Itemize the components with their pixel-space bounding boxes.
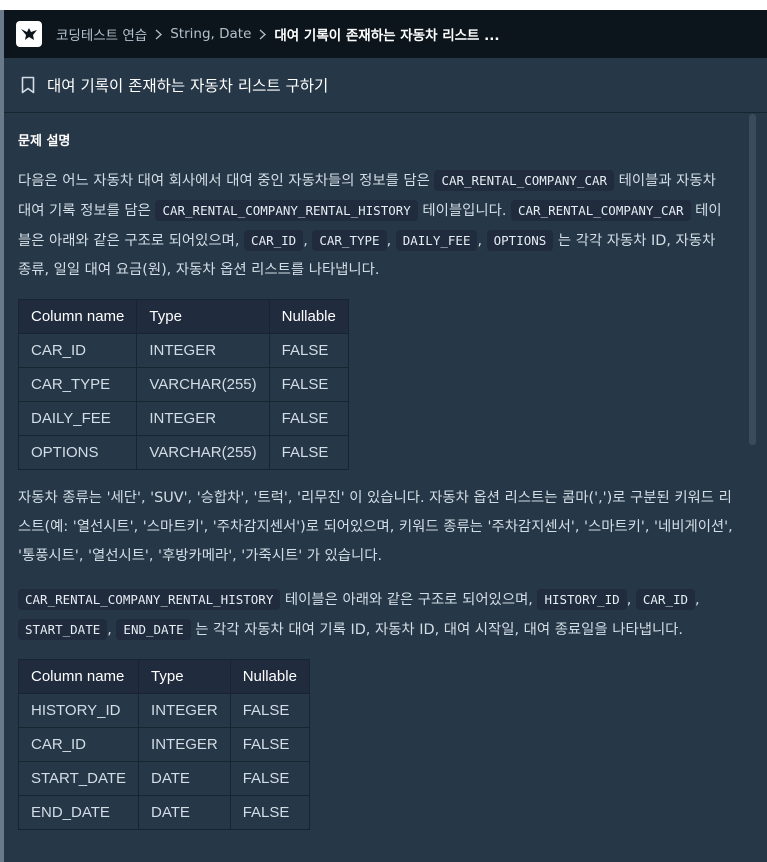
inline-code: DAILY_FEE: [395, 230, 478, 251]
chevron-right-icon: [259, 29, 267, 40]
breadcrumb-item-category[interactable]: String, Date: [170, 26, 251, 42]
text: 테이블입니다.: [417, 203, 511, 219]
table-cell: FALSE: [268, 401, 349, 436]
top-nav-bar: 코딩테스트 연습 String, Date 대여 기록이 존재하는 자동차 리스…: [4, 10, 767, 58]
inline-code: CAR_RENTAL_COMPANY_RENTAL_HISTORY: [155, 200, 418, 221]
text: ,: [386, 233, 396, 249]
description-paragraph-2: 자동차 종류는 '세단', 'SUV', '승합차', '트럭', '리무진' …: [18, 490, 733, 564]
inline-code: CAR_ID: [635, 589, 696, 610]
table-cell: FALSE: [229, 727, 310, 762]
column-header: Type: [138, 659, 231, 694]
inline-code: OPTIONS: [486, 230, 554, 251]
table-row: HISTORY_ID INTEGER FALSE: [17, 693, 310, 728]
text: ,: [303, 233, 313, 249]
table-cell: OPTIONS: [17, 435, 138, 470]
table-cell: CAR_ID: [17, 333, 138, 368]
table-cell: CAR_ID: [17, 727, 140, 762]
problem-title: 대여 기록이 존재하는 자동차 리스트 구하기: [47, 77, 329, 95]
table-cell: VARCHAR(255): [136, 367, 270, 402]
table-cell: INTEGER: [136, 333, 270, 368]
table-row: START_DATE DATE FALSE: [17, 761, 310, 796]
problem-title-bar: 대여 기록이 존재하는 자동차 리스트 구하기: [4, 58, 767, 113]
table-cell: HISTORY_ID: [17, 693, 140, 728]
programmers-bird-icon[interactable]: [16, 21, 42, 47]
column-header: Nullable: [229, 659, 310, 694]
chevron-right-icon: [155, 29, 163, 40]
table-cell: FALSE: [229, 795, 310, 830]
problem-description-panel[interactable]: 문제 설명 다음은 어느 자동차 대여 회사에서 대여 중인 자동차들의 정보를…: [4, 114, 747, 862]
table-row: OPTIONS VARCHAR(255) FALSE: [17, 435, 349, 470]
table-cell: END_DATE: [17, 795, 140, 830]
car-table-schema: Column name Type Nullable CAR_ID INTEGER…: [17, 299, 349, 470]
column-header: Type: [136, 299, 270, 334]
table-row: END_DATE DATE FALSE: [17, 795, 310, 830]
table-cell: VARCHAR(255): [136, 435, 270, 470]
table-cell: FALSE: [268, 367, 349, 402]
breadcrumb-item-coding-test[interactable]: 코딩테스트 연습: [56, 24, 147, 44]
table-cell: FALSE: [268, 333, 349, 368]
table-cell: INTEGER: [138, 727, 231, 762]
table-cell: START_DATE: [17, 761, 140, 796]
column-header: Nullable: [268, 299, 349, 334]
text: ,: [477, 233, 487, 249]
bookmark-icon[interactable]: [21, 76, 35, 94]
window-top-edge: [0, 0, 767, 10]
column-header: Column name: [17, 299, 138, 334]
table-cell: DAILY_FEE: [17, 401, 138, 436]
table-row: CAR_ID INTEGER FALSE: [17, 727, 310, 762]
table-header-row: Column name Type Nullable: [17, 299, 349, 334]
text: ,: [626, 592, 636, 608]
inline-code: END_DATE: [116, 619, 191, 640]
text: ,: [695, 592, 700, 608]
table-cell: INTEGER: [136, 401, 270, 436]
table-cell: FALSE: [229, 761, 310, 796]
column-header: Column name: [17, 659, 140, 694]
inline-code: START_DATE: [18, 619, 108, 640]
inline-code: CAR_TYPE: [312, 230, 387, 251]
description-paragraph-3: CAR_RENTAL_COMPANY_RENTAL_HISTORY 테이블은 아…: [18, 585, 733, 645]
rental-history-table-schema: Column name Type Nullable HISTORY_ID INT…: [17, 659, 310, 830]
inline-code: HISTORY_ID: [537, 589, 627, 610]
vertical-scrollbar[interactable]: [747, 114, 767, 862]
text: 테이블은 아래와 같은 구조로 되어있으며,: [280, 592, 538, 608]
text: 는 각각 자동차 대여 기록 ID, 자동차 ID, 대여 시작일, 대여 종료…: [190, 622, 683, 638]
breadcrumb-item-current: 대여 기록이 존재하는 자동차 리스트 ...: [274, 28, 500, 44]
table-cell: CAR_TYPE: [17, 367, 138, 402]
table-row: CAR_TYPE VARCHAR(255) FALSE: [17, 367, 349, 402]
text: 다음은 어느 자동차 대여 회사에서 대여 중인 자동차들의 정보를 담은: [18, 173, 435, 189]
table-cell: FALSE: [229, 693, 310, 728]
inline-code: CAR_RENTAL_COMPANY_CAR: [510, 200, 691, 221]
section-title: 문제 설명: [18, 134, 71, 149]
scrollbar-thumb[interactable]: [749, 114, 756, 445]
inline-code: CAR_RENTAL_COMPANY_RENTAL_HISTORY: [18, 589, 281, 610]
table-row: CAR_ID INTEGER FALSE: [17, 333, 349, 368]
description-paragraph-1: 다음은 어느 자동차 대여 회사에서 대여 중인 자동차들의 정보를 담은 CA…: [18, 166, 733, 285]
inline-code: CAR_RENTAL_COMPANY_CAR: [434, 170, 615, 191]
table-cell: DATE: [138, 795, 231, 830]
table-header-row: Column name Type Nullable: [17, 659, 310, 694]
inline-code: CAR_ID: [244, 230, 304, 251]
table-row: DAILY_FEE INTEGER FALSE: [17, 401, 349, 436]
table-cell: FALSE: [268, 435, 349, 470]
table-cell: INTEGER: [138, 693, 231, 728]
table-cell: DATE: [138, 761, 231, 796]
